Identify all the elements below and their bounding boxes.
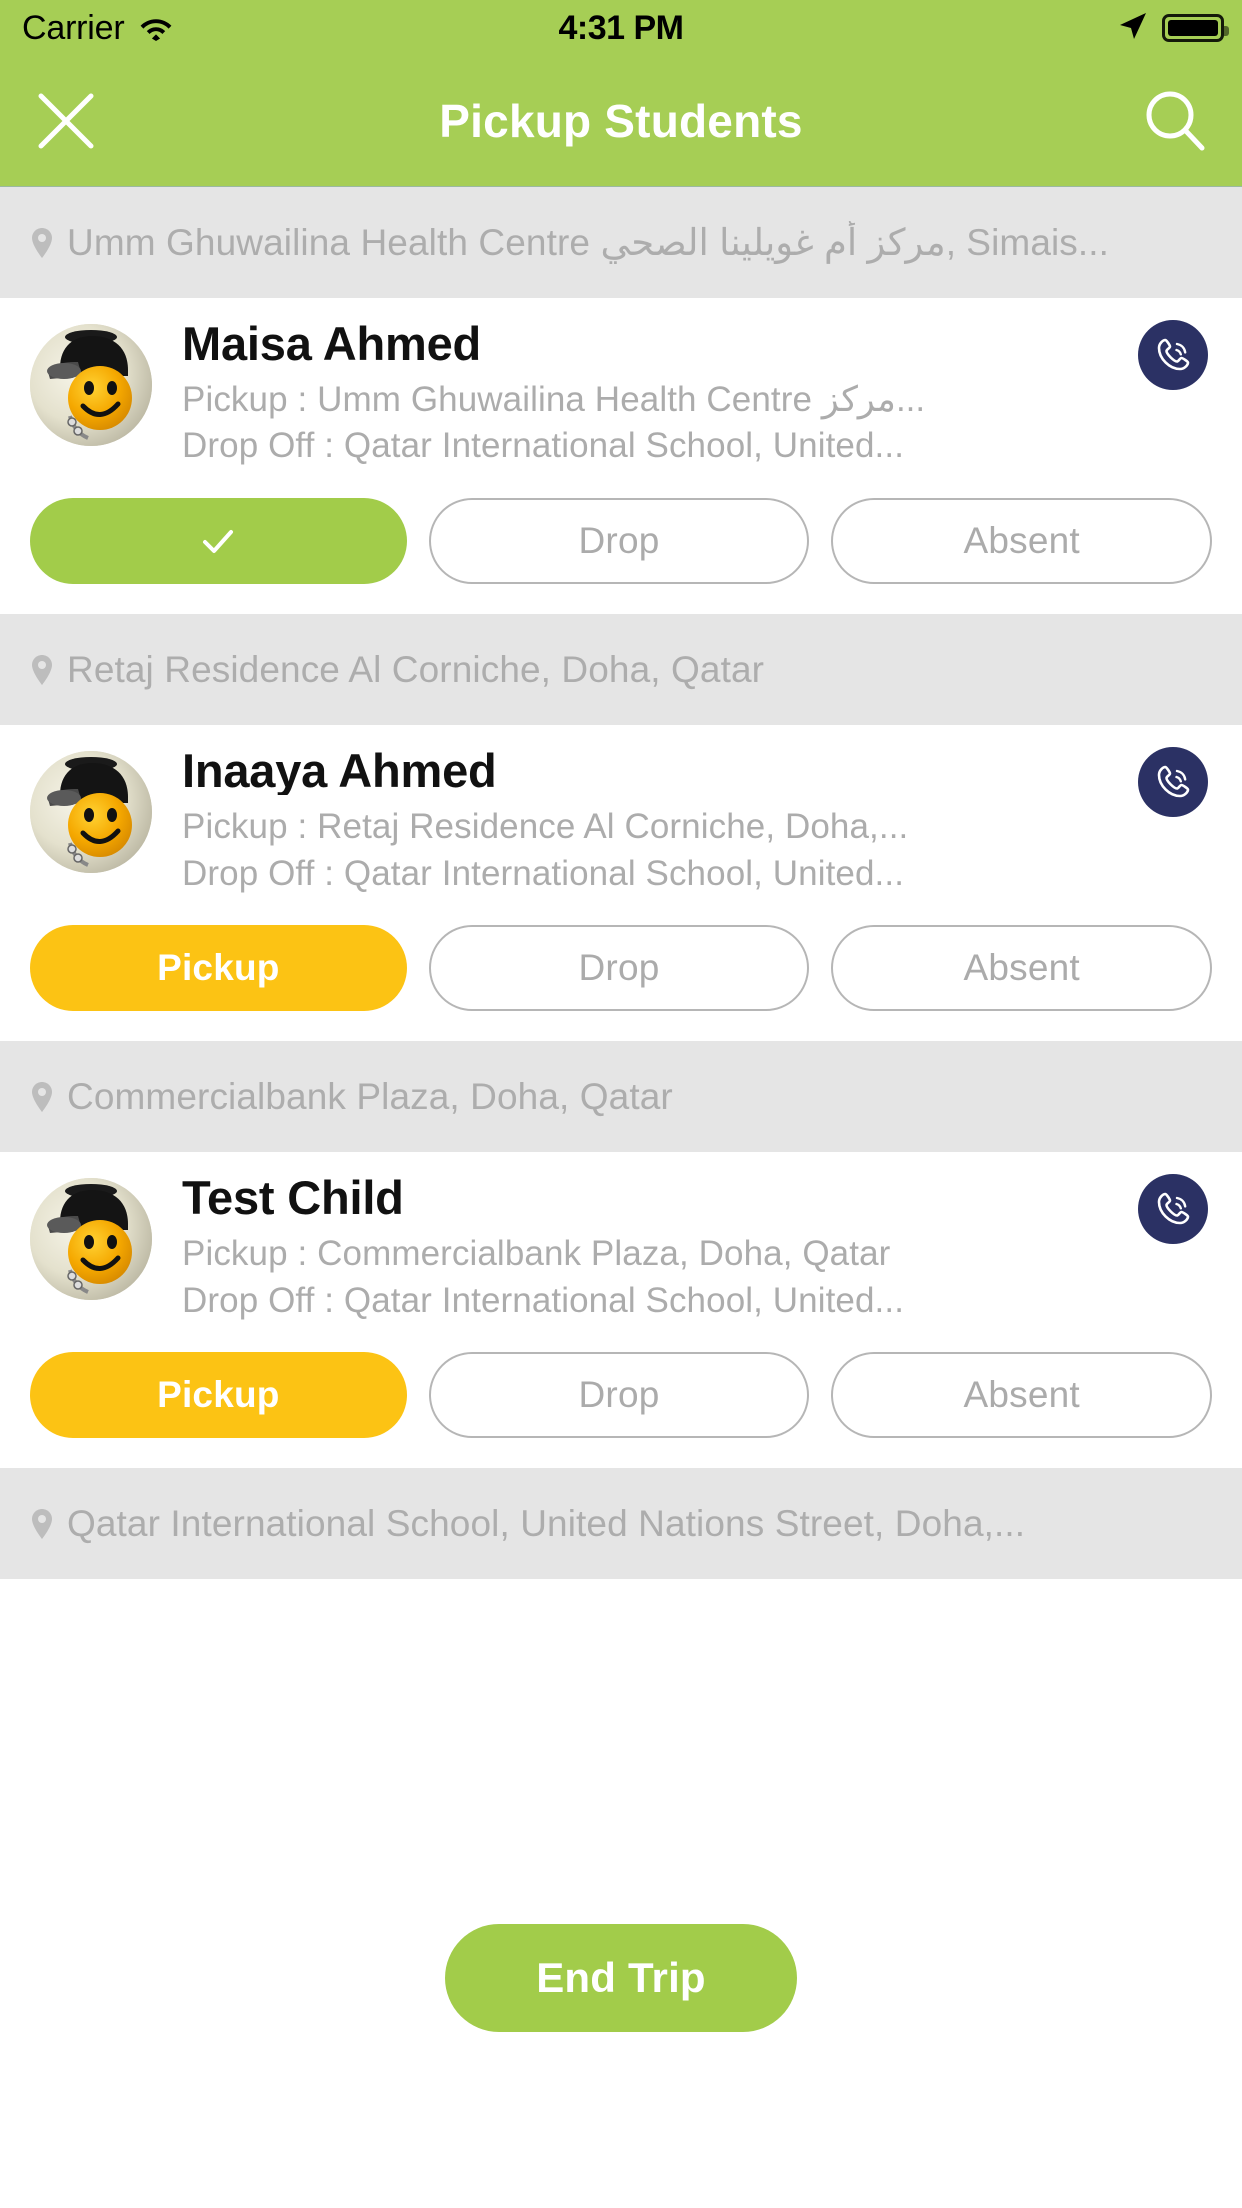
phone-call-icon[interactable] <box>1138 747 1208 818</box>
student-card[interactable]: Inaaya Ahmed Pickup : Retaj Residence Al… <box>0 725 1242 1042</box>
student-card-header: Inaaya Ahmed Pickup : Retaj Residence Al… <box>0 725 1242 897</box>
student-action-row: Drop Absent <box>0 470 1242 614</box>
student-pickup-line: Pickup : Retaj Residence Al Corniche, Do… <box>182 806 909 846</box>
end-trip-button[interactable]: End Trip <box>445 1924 797 2032</box>
location-group-header: Commercialbank Plaza, Doha, Qatar <box>0 1041 1242 1153</box>
map-pin-icon <box>30 1508 54 1540</box>
absent-button[interactable]: Absent <box>831 1352 1213 1439</box>
drop-button[interactable]: Drop <box>428 1352 810 1439</box>
location-group-header: Retaj Residence Al Corniche, Doha, Qatar <box>0 614 1242 726</box>
student-card-header: Test Child Pickup : Commercialbank Plaza… <box>0 1152 1242 1324</box>
pickup-confirmed-button[interactable] <box>30 498 407 585</box>
absent-button[interactable]: Absent <box>831 498 1213 585</box>
student-card-header: Maisa Ahmed Pickup : Umm Ghuwailina Heal… <box>0 298 1242 470</box>
avatar <box>30 324 152 446</box>
location-group-label: Umm Ghuwailina Health Centre مركز أم غوي… <box>67 222 1110 263</box>
student-card[interactable]: Test Child Pickup : Commercialbank Plaza… <box>0 1152 1242 1469</box>
student-dropoff-line: Drop Off : Qatar International School, U… <box>182 853 905 893</box>
student-pickup-line: Pickup : Commercialbank Plaza, Doha, Qat… <box>182 1234 891 1273</box>
avatar <box>30 751 152 874</box>
map-pin-icon <box>30 227 54 259</box>
student-info: Maisa Ahmed Pickup : Umm Ghuwailina Heal… <box>152 320 1216 470</box>
status-bar-right <box>1118 11 1229 46</box>
final-destination-header: Qatar International School, United Natio… <box>0 1468 1242 1580</box>
avatar <box>30 1178 152 1301</box>
status-bar-time: 4:31 PM <box>558 8 685 47</box>
content-spacer <box>0 1579 1242 1924</box>
drop-button[interactable]: Drop <box>428 498 810 585</box>
student-card[interactable]: Maisa Ahmed Pickup : Umm Ghuwailina Heal… <box>0 298 1242 615</box>
pickup-button[interactable]: Pickup <box>30 925 407 1012</box>
navigation-bar: Pickup Students <box>0 56 1242 187</box>
smiley-cap-avatar <box>30 324 152 446</box>
student-info: Test Child Pickup : Commercialbank Plaza… <box>152 1174 1216 1324</box>
student-dropoff-line: Drop Off : Qatar International School, U… <box>182 1280 905 1320</box>
footer: End Trip <box>0 1924 1242 2208</box>
phone-call-icon[interactable] <box>1138 320 1208 390</box>
pickup-button[interactable]: Pickup <box>30 1352 407 1439</box>
absent-button[interactable]: Absent <box>831 925 1213 1012</box>
location-group-label: Retaj Residence Al Corniche, Doha, Qatar <box>67 648 765 690</box>
smiley-cap-avatar <box>30 751 152 874</box>
student-info: Inaaya Ahmed Pickup : Retaj Residence Al… <box>152 747 1216 897</box>
student-action-row: Pickup Drop Absent <box>0 1324 1242 1468</box>
student-name: Maisa Ahmed <box>182 320 482 368</box>
search-icon[interactable] <box>1142 88 1208 154</box>
pickup-students-screen: Carrier 4:31 PM Pickup Students Umm Ghuw… <box>0 0 1242 2208</box>
final-destination-label: Qatar International School, United Natio… <box>67 1502 1026 1544</box>
check-icon <box>203 530 234 554</box>
map-pin-icon <box>30 654 54 686</box>
student-name: Test Child <box>182 1174 404 1222</box>
map-pin-icon <box>30 1081 54 1113</box>
location-arrow-icon <box>1118 11 1148 46</box>
page-title: Pickup Students <box>439 95 803 147</box>
student-pickup-line: Pickup : Umm Ghuwailina Health Centre مر… <box>182 379 926 419</box>
status-bar: Carrier 4:31 PM <box>0 0 1242 56</box>
student-dropoff-line: Drop Off : Qatar International School, U… <box>182 426 905 466</box>
smiley-cap-avatar <box>30 1178 152 1301</box>
drop-button[interactable]: Drop <box>428 925 810 1012</box>
student-name: Inaaya Ahmed <box>182 747 497 795</box>
phone-call-icon[interactable] <box>1138 1174 1208 1245</box>
battery-full-icon <box>1162 14 1229 42</box>
student-action-row: Pickup Drop Absent <box>0 897 1242 1041</box>
location-group-label: Commercialbank Plaza, Doha, Qatar <box>67 1075 673 1117</box>
location-group-header: Umm Ghuwailina Health Centre مركز أم غوي… <box>0 187 1242 298</box>
